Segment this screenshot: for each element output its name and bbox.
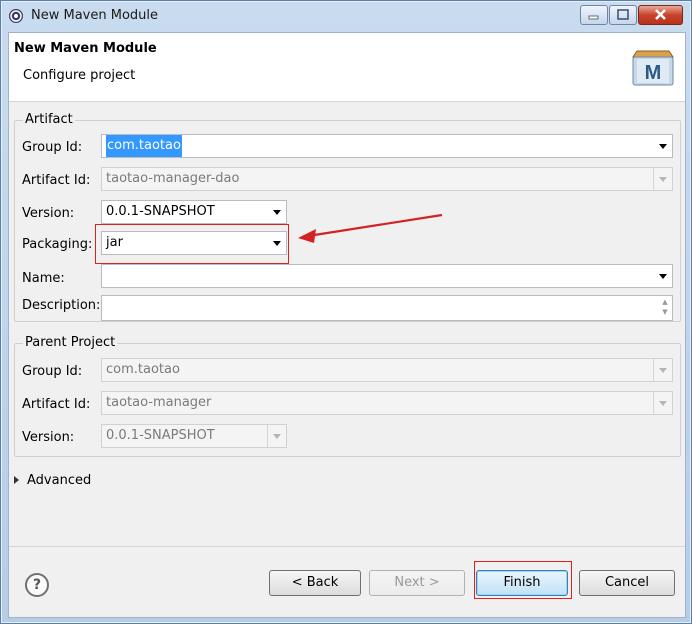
name-label: Name: [22,271,65,286]
minimize-icon [588,15,599,20]
description-label: Description: [22,298,101,313]
parent-artifact-id-value: taotao-manager [106,395,212,410]
name-dropdown-arrow[interactable] [654,265,672,287]
artifact-id-label: Artifact Id: [22,173,91,188]
version-dropdown-arrow[interactable] [268,201,286,223]
parent-group-id-value: com.taotao [106,362,180,377]
maximize-button[interactable] [609,5,637,25]
parent-group-id-label: Group Id: [22,364,83,379]
wizard-subtitle: Configure project [23,68,136,83]
group-id-combo[interactable]: com.taotao [101,134,673,158]
close-button[interactable] [638,5,683,25]
window-title: New Maven Module [31,8,159,23]
window-controls [579,5,683,25]
artifact-id-dropdown-arrow [653,168,672,190]
annotation-arrow [298,213,443,243]
wizard-header: New Maven Module Configure project M [9,33,685,102]
maximize-icon [617,9,629,20]
close-icon [655,9,666,20]
svg-text:M: M [645,62,662,84]
parent-version-dropdown-arrow [267,425,286,447]
expand-triangle-icon [14,475,19,484]
group-id-label: Group Id: [22,140,83,155]
packaging-highlight-box [95,224,289,264]
parent-group-id-combo: com.taotao [101,358,673,382]
description-scroll-arrows[interactable]: ▲ ▼ [659,297,671,319]
dialog-window: New Maven Module New Maven Module Config… [0,0,692,624]
artifact-id-combo: taotao-manager-dao [101,167,673,191]
minimize-button[interactable] [580,5,608,25]
version-value: 0.0.1-SNAPSHOT [106,204,215,219]
name-combo[interactable] [101,264,673,288]
advanced-label: Advanced [27,473,92,488]
parent-artifact-id-dropdown-arrow [653,392,672,414]
parent-project-group-label: Parent Project [23,335,118,350]
group-id-dropdown-arrow[interactable] [654,135,672,157]
group-id-value: com.taotao [106,135,182,157]
parent-artifact-id-label: Artifact Id: [22,397,91,412]
finish-highlight-box [474,561,572,599]
artifact-id-value: taotao-manager-dao [106,171,240,186]
footer-separator [9,546,685,547]
parent-version-combo: 0.0.1-SNAPSHOT [101,424,287,448]
back-button[interactable]: < Back [269,570,361,596]
help-icon[interactable]: ? [25,573,49,597]
wizard-title: New Maven Module [14,41,157,56]
title-bar[interactable]: New Maven Module [1,1,691,32]
dialog-content: New Maven Module Configure project M Art… [8,32,686,618]
maven-logo-icon: M [632,50,674,86]
parent-group-id-dropdown-arrow [653,359,672,381]
eclipse-app-icon [9,9,23,23]
description-textarea[interactable]: ▲ ▼ [101,295,673,321]
version-combo[interactable]: 0.0.1-SNAPSHOT [101,200,287,224]
version-label: Version: [22,206,75,221]
parent-artifact-id-combo: taotao-manager [101,391,673,415]
artifact-group-label: Artifact [23,112,75,127]
parent-version-value: 0.0.1-SNAPSHOT [106,428,215,443]
advanced-section-toggle[interactable]: Advanced [14,473,91,488]
parent-version-label: Version: [22,430,75,445]
packaging-label: Packaging: [22,237,93,252]
next-button: Next > [369,570,465,596]
cancel-button[interactable]: Cancel [579,570,675,596]
